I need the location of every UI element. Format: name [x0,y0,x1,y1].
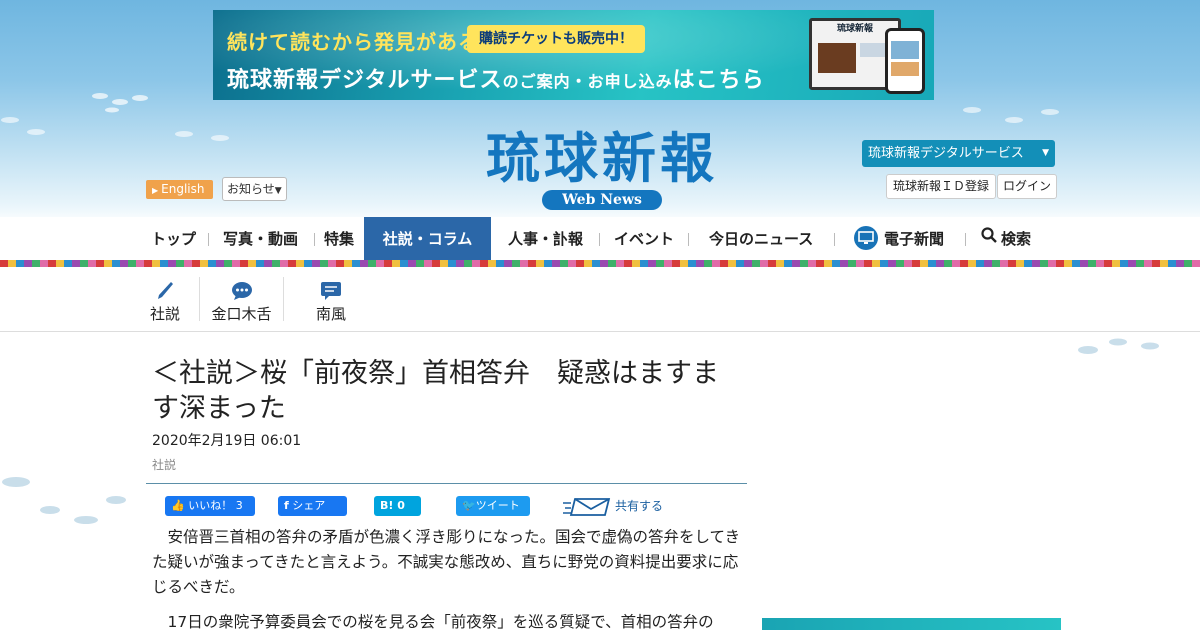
nav-divider [314,233,315,246]
nav-divider [208,233,209,246]
article-date: 2020年2月19日 06:01 [152,433,302,449]
article-paragraph: 安倍晋三首相の答弁の矛盾が色濃く浮き彫りになった。国会で虚偽の答弁をしてきた疑い… [152,528,741,596]
nav-photo-video[interactable]: 写真・動画 [223,217,298,261]
facebook-like-button[interactable]: 👍 いいね！ 3 [165,496,255,516]
nav-top[interactable]: トップ [151,217,196,261]
subnav-editorial[interactable]: 社説 [148,267,182,332]
facebook-icon: f [284,499,289,512]
twitter-bird-icon: 🐦 [462,499,476,512]
banner-ticket-badge: 購読チケットも販売中！ [467,25,645,53]
nav-divider [688,233,689,246]
digital-service-dropdown[interactable]: 琉球新報デジタルサービス ▼ [862,140,1055,167]
site-logo[interactable]: 琉球新報 Web News [452,128,752,214]
fish-school-icon [1076,332,1186,362]
article-title: ＜社説＞桜「前夜祭」首相答弁 疑惑はますます深まった [152,358,719,424]
article-divider [146,483,747,484]
hatena-bookmark-button[interactable]: B! 0 [374,496,421,516]
nav-editorial-column[interactable]: 社説・コラム [364,217,491,261]
subnav-kinkuchi-bokuzetsu[interactable]: 金口木舌 [209,267,274,332]
notice-dropdown[interactable]: お知らせ▼ [222,177,287,201]
nav-epaper[interactable]: 電子新聞 [854,217,944,261]
fish-school-icon [170,124,240,154]
fish-school-icon [0,112,60,142]
article-category[interactable]: 社説 [152,456,176,473]
nav-event[interactable]: イベント [614,217,674,261]
facebook-share-button[interactable]: f シェア [278,496,347,516]
thumbs-up-icon: 👍 [171,499,185,512]
digital-service-banner[interactable]: 続けて読むから発見がある 購読チケットも販売中！ 琉球新報デジタルサービスのご案… [213,10,934,100]
nav-special[interactable]: 特集 [324,217,354,261]
sub-nav: 社説 金口木舌 南風 [0,267,1200,332]
monitor-icon [854,225,878,250]
message-icon [314,267,348,301]
nav-search[interactable]: 検索 [981,217,1031,261]
decorative-pattern-strip [0,260,1200,267]
speech-bubble-icon [209,267,274,301]
nav-divider [834,233,835,246]
english-button[interactable]: ▶ English [146,180,213,199]
caret-right-icon: ▶ [152,186,159,195]
nav-divider [599,233,600,246]
smartphone-illustration [885,28,925,94]
nav-today-news[interactable]: 今日のニュース [709,217,813,261]
tweet-button[interactable]: 🐦ツイート [456,496,530,516]
subnav-nanpu[interactable]: 南風 [314,267,348,332]
banner-subheadline: 琉球新報デジタルサービスのご案内・お申し込みはこちら [227,68,765,93]
envelope-icon [563,497,611,516]
nav-divider [965,233,966,246]
main-nav: トップ 写真・動画 特集 社説・コラム 人事・訃報 イベント 今日のニュース 電… [0,217,1200,261]
caret-down-icon: ▼ [274,186,282,196]
subnav-divider [199,277,200,321]
id-register-button[interactable]: 琉球新報ＩＤ登録 [886,174,997,199]
nav-personnel[interactable]: 人事・訃報 [508,217,583,261]
pen-icon [148,267,182,301]
fish-school-icon [0,470,134,536]
share-more-button[interactable]: 共有する [563,494,663,518]
banner-headline: 続けて読むから発見がある [227,30,479,54]
search-icon [981,216,997,260]
fish-school-icon [90,88,160,114]
subnav-divider [283,277,284,321]
login-button[interactable]: ログイン [997,174,1058,199]
sidebar-ad[interactable] [762,618,1061,630]
article-paragraph: 17日の衆院予算委員会での桜を見る会「前夜祭」を巡る質疑で、首相の答弁の [167,613,714,630]
caret-down-icon: ▼ [1042,148,1049,158]
fish-school-icon [960,100,1070,140]
